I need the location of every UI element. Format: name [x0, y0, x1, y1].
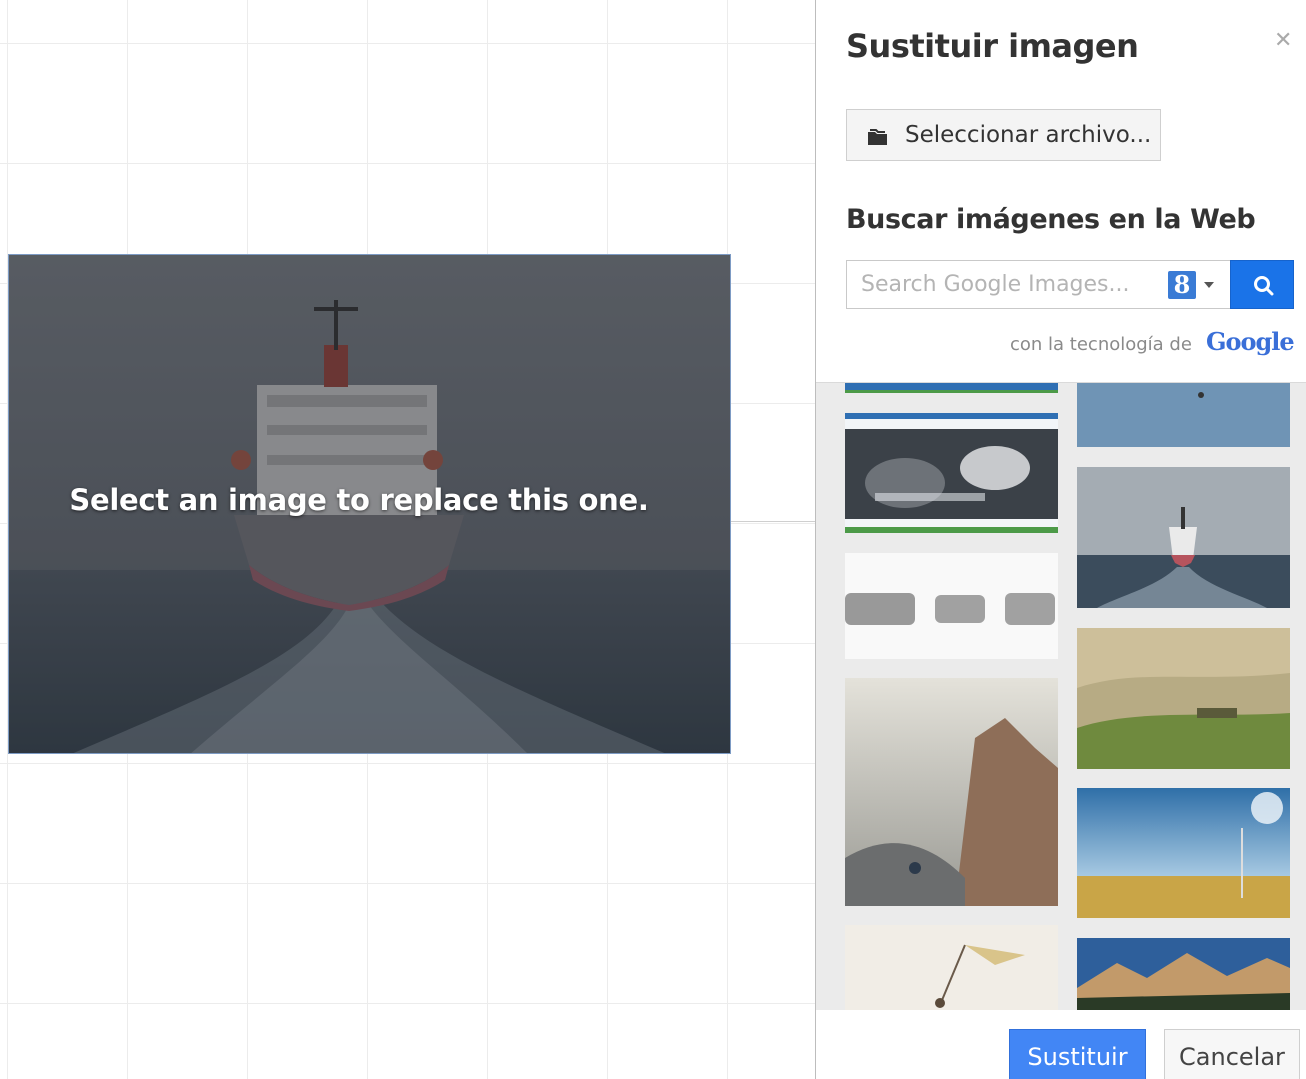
thumbnail-sky-top[interactable] — [1077, 383, 1290, 447]
thumbnail-flag-on-pole[interactable] — [845, 925, 1058, 1010]
thumbnail-blurred-text[interactable] — [845, 553, 1058, 659]
powered-by-text: con la tecnología de — [1010, 334, 1192, 355]
replace-image-hint: Select an image to replace this one. — [69, 483, 649, 517]
thumbnail-website-screenshot[interactable] — [845, 413, 1058, 533]
google-badge-icon: 8 — [1168, 271, 1196, 299]
thumbnail-ship-at-sea[interactable] — [1077, 467, 1290, 608]
select-file-button[interactable]: Seleccionar archivo... — [846, 109, 1161, 161]
replace-button[interactable]: Sustituir — [1009, 1029, 1146, 1079]
editor-screen: Select an image to replace this one. Sus… — [0, 0, 1306, 1079]
thumbnail-mountain-range[interactable] — [1077, 938, 1290, 1010]
web-search-heading: Buscar imágenes en la Web — [846, 204, 1256, 235]
replace-image-panel: Sustituir imagen ✕ Seleccionar archivo..… — [815, 0, 1306, 1079]
search-button[interactable] — [1230, 260, 1294, 309]
powered-by: con la tecnología de Google — [1010, 327, 1295, 356]
image-results[interactable] — [816, 382, 1306, 1010]
thumbnail-rock-climber[interactable] — [845, 678, 1058, 906]
selected-image[interactable]: Select an image to replace this one. — [8, 254, 731, 754]
thumbnail-partial[interactable] — [845, 383, 1058, 393]
thumbnail-tuscany-hills[interactable] — [1077, 628, 1290, 769]
select-file-label: Seleccionar archivo... — [905, 122, 1152, 148]
cancel-button[interactable]: Cancelar — [1164, 1029, 1300, 1079]
google-logo: Google — [1205, 327, 1295, 356]
panel-title: Sustituir imagen — [846, 27, 1139, 65]
panel-footer: Sustituir Cancelar — [816, 1010, 1306, 1079]
folder-icon — [867, 126, 889, 145]
search-row: 8 — [846, 260, 1294, 309]
search-engine-dropdown[interactable]: 8 — [1168, 270, 1224, 300]
search-icon — [1254, 276, 1274, 296]
chevron-down-icon — [1204, 282, 1214, 288]
close-icon[interactable]: ✕ — [1274, 28, 1292, 53]
alignment-guide — [730, 521, 816, 522]
thumbnail-meadow-and-sky[interactable] — [1077, 788, 1290, 918]
